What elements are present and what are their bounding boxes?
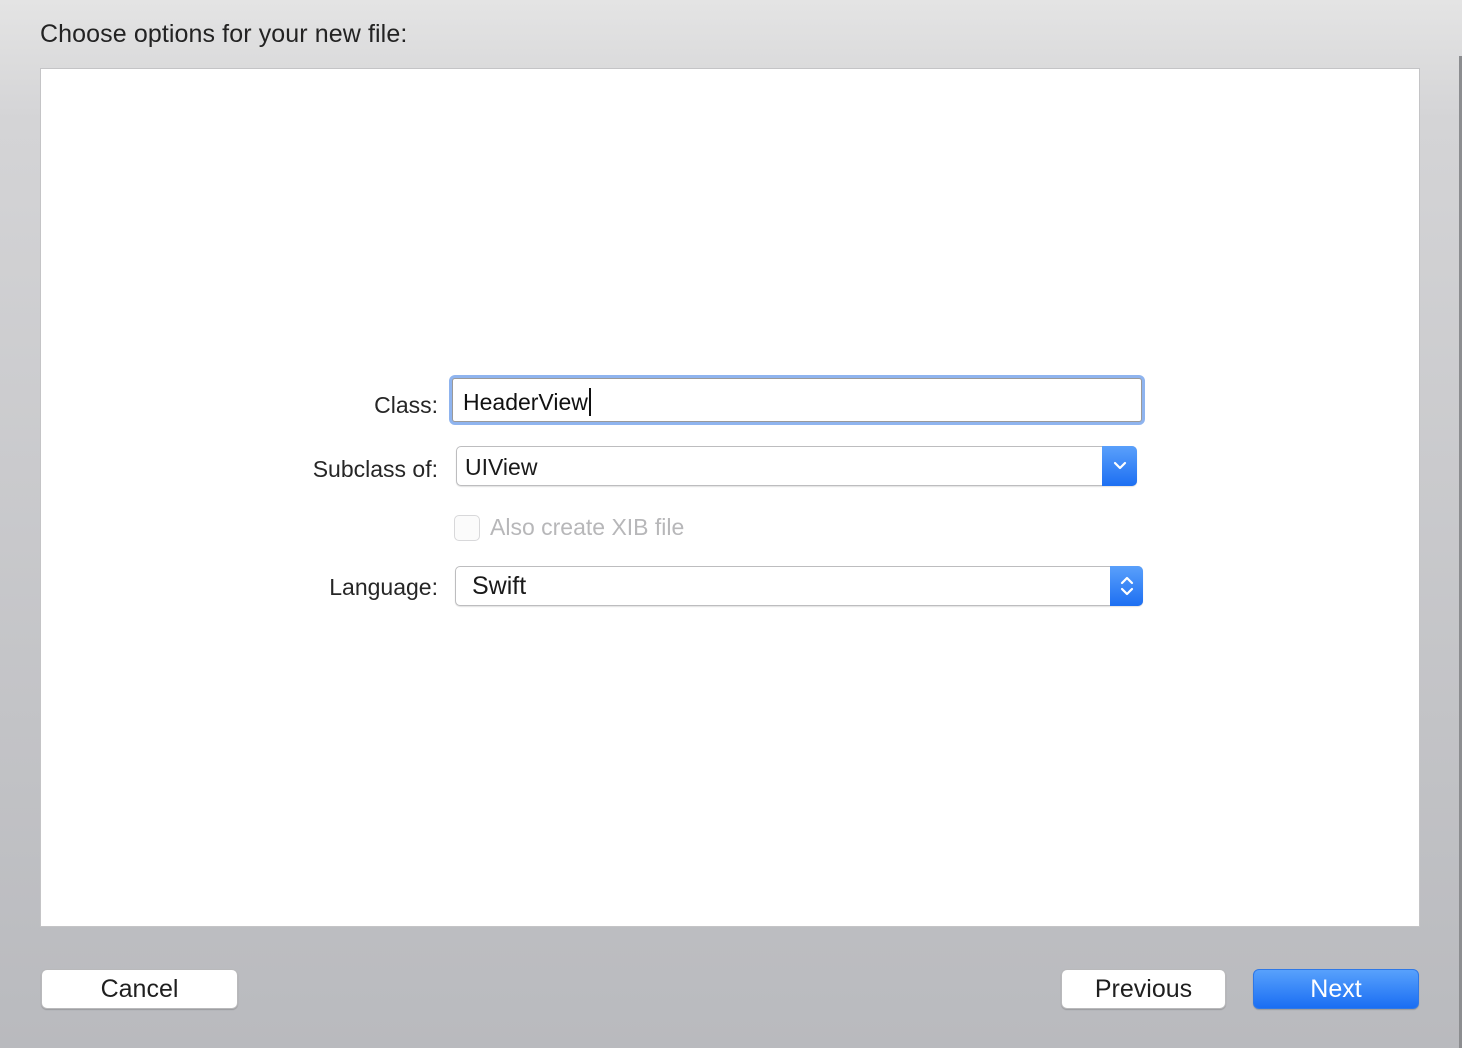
dialog-title: Choose options for your new file: (40, 20, 408, 48)
xib-checkbox-row: Also create XIB file (454, 514, 684, 541)
language-label: Language: (329, 574, 438, 600)
subclass-label: Subclass of: (312, 456, 438, 482)
language-value: Swift (472, 572, 527, 600)
text-cursor (588, 388, 591, 416)
up-down-chevron-icon[interactable] (1110, 566, 1143, 606)
class-label: Class: (374, 392, 438, 418)
subclass-value: UIView (465, 454, 538, 480)
options-panel (40, 68, 1420, 927)
class-name-input[interactable]: HeaderView (452, 378, 1142, 422)
next-button[interactable]: Next (1253, 969, 1419, 1009)
previous-button[interactable]: Previous (1061, 969, 1226, 1009)
language-popup[interactable]: Swift (455, 566, 1143, 606)
cancel-button[interactable]: Cancel (41, 969, 238, 1009)
class-name-value: HeaderView (463, 388, 588, 415)
subclass-popup[interactable]: UIView (456, 446, 1137, 486)
xib-checkbox[interactable] (454, 514, 480, 541)
xib-checkbox-label: Also create XIB file (490, 514, 685, 540)
chevron-down-icon[interactable] (1102, 446, 1137, 486)
